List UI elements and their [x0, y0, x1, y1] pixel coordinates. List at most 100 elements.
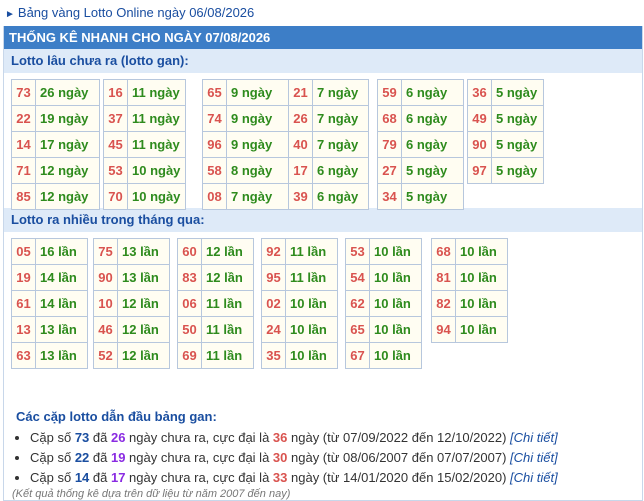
nhieu-row: 67 10 lần	[345, 342, 422, 369]
nhieu-number: 63	[11, 342, 36, 369]
nhieu-number: 60	[177, 238, 202, 265]
gan-count: 17 ngày	[35, 131, 100, 158]
pair-pre: Cặp số	[30, 470, 75, 485]
nhieu-row: 24 10 lần	[261, 316, 338, 343]
detail-link[interactable]: [Chi tiết]	[510, 430, 558, 445]
nhieu-heading: Lotto ra nhiều trong tháng qua:	[4, 208, 642, 232]
nhieu-count: 10 lần	[455, 238, 508, 265]
gan-count: 5 ngày	[401, 183, 464, 210]
gan-number: 97	[467, 157, 492, 184]
nhieu-number: 67	[345, 342, 370, 369]
nhieu-row: 92 11 lần	[261, 238, 338, 265]
nhieu-number: 10	[93, 290, 118, 317]
gan-count: 26 ngày	[35, 79, 100, 106]
gan-count: 11 ngày	[127, 105, 186, 132]
nhieu-row: 65 10 lần	[345, 316, 422, 343]
gan-count: 9 ngày	[226, 79, 289, 106]
gan-number: 40	[288, 131, 313, 158]
nhieu-number: 02	[261, 290, 286, 317]
nhieu-row: 75 13 lần	[93, 238, 170, 265]
gan-count: 12 ngày	[35, 157, 100, 184]
nhieu-row: 06 11 lần	[177, 290, 254, 317]
nhieu-row: 95 11 lần	[261, 264, 338, 291]
gan-number: 68	[377, 105, 402, 132]
gan-table-1: 73 26 ngày 22 19 ngày 14 17 ngày 71 12 ngày 85 12…	[11, 79, 100, 210]
gan-count: 7 ngày	[312, 131, 369, 158]
gan-number: 36	[467, 79, 492, 106]
footnote: (Kết quả thống kê dựa trên dữ liệu từ nă…	[12, 488, 291, 500]
gan-count: 6 ngày	[401, 79, 464, 106]
gan-number: 26	[288, 105, 313, 132]
pair-pre: Cặp số	[30, 430, 75, 445]
gan-row: 68 6 ngày	[377, 105, 464, 132]
gan-row: 58 8 ngày	[202, 157, 289, 184]
pair-pair: 22	[74, 450, 90, 465]
gan-number: 45	[103, 131, 128, 158]
nhieu-number: 52	[93, 342, 118, 369]
nhieu-number: 53	[345, 238, 370, 265]
gan-row: 36 5 ngày	[467, 79, 544, 106]
gan-table-6: 36 5 ngày 49 5 ngày 90 5 ngày 97 5 ngày	[467, 79, 544, 184]
nhieu-number: 24	[261, 316, 286, 343]
detail-link[interactable]: [Chi tiết]	[510, 450, 558, 465]
gan-count: 9 ngày	[226, 131, 289, 158]
gan-count: 9 ngày	[226, 105, 289, 132]
gan-number: 79	[377, 131, 402, 158]
nhieu-row: 19 14 lần	[11, 264, 88, 291]
nhieu-count: 10 lần	[455, 316, 508, 343]
gan-row: 08 7 ngày	[202, 183, 289, 210]
nhieu-count: 12 lần	[201, 264, 254, 291]
nhieu-count: 10 lần	[455, 290, 508, 317]
nhieu-count: 12 lần	[117, 290, 170, 317]
gan-count: 8 ngày	[226, 157, 289, 184]
gan-row: 74 9 ngày	[202, 105, 289, 132]
detail-link[interactable]: [Chi tiết]	[510, 470, 558, 485]
pair-pair: 73	[74, 430, 90, 445]
pair-mid1: đã	[89, 470, 111, 485]
gan-row: 14 17 ngày	[11, 131, 100, 158]
nhieu-row: 35 10 lần	[261, 342, 338, 369]
nhieu-row: 62 10 lần	[345, 290, 422, 317]
pair-mid3: ngày (từ 14/01/2020 đến 15/02/2020)	[287, 470, 511, 485]
pair-max: 33	[272, 470, 288, 485]
top-link-text[interactable]: Bảng vàng Lotto Online ngày 06/08/2026	[18, 5, 254, 20]
gan-count: 7 ngày	[226, 183, 289, 210]
gan-row: 59 6 ngày	[377, 79, 464, 106]
gan-number: 37	[103, 105, 128, 132]
nhieu-row: 54 10 lần	[345, 264, 422, 291]
gan-count: 12 ngày	[35, 183, 100, 210]
nhieu-count: 16 lần	[35, 238, 88, 265]
gan-count: 11 ngày	[127, 79, 186, 106]
nhieu-count: 13 lần	[35, 342, 88, 369]
nhieu-row: 63 13 lần	[11, 342, 88, 369]
nhieu-number: 81	[431, 264, 456, 291]
nhieu-table-1: 05 16 lần 19 14 lần 61 14 lần 13 13 lần 63 13 lần	[11, 238, 88, 369]
gan-row: 37 11 ngày	[103, 105, 186, 132]
gan-number: 73	[11, 79, 36, 106]
nhieu-count: 10 lần	[285, 342, 338, 369]
gan-row: 70 10 ngày	[103, 183, 186, 210]
top-link[interactable]: ► Bảng vàng Lotto Online ngày 06/08/2026	[0, 0, 644, 26]
nhieu-count: 13 lần	[117, 264, 170, 291]
nhieu-row: 52 12 lần	[93, 342, 170, 369]
nhieu-count: 11 lần	[201, 316, 254, 343]
gan-number: 17	[288, 157, 313, 184]
nhieu-row: 90 13 lần	[93, 264, 170, 291]
gan-count: 6 ngày	[401, 105, 464, 132]
nhieu-count: 10 lần	[369, 316, 422, 343]
gan-row: 71 12 ngày	[11, 157, 100, 184]
nhieu-count: 12 lần	[201, 238, 254, 265]
nhieu-row: 46 12 lần	[93, 316, 170, 343]
gan-row: 53 10 ngày	[103, 157, 186, 184]
gan-row: 16 11 ngày	[103, 79, 186, 106]
nhieu-row: 50 11 lần	[177, 316, 254, 343]
pair-pair: 14	[74, 470, 90, 485]
nhieu-number: 68	[431, 238, 456, 265]
nhieu-table-6: 68 10 lần 81 10 lần 82 10 lần 94 10 lần	[431, 238, 508, 343]
gan-number: 49	[467, 105, 492, 132]
gan-row: 17 6 ngày	[288, 157, 369, 184]
gan-row: 26 7 ngày	[288, 105, 369, 132]
gan-row: 96 9 ngày	[202, 131, 289, 158]
pair-item: Cặp số 73 đã 26 ngày chưa ra, cực đại là…	[30, 428, 642, 448]
gan-number: 74	[202, 105, 227, 132]
